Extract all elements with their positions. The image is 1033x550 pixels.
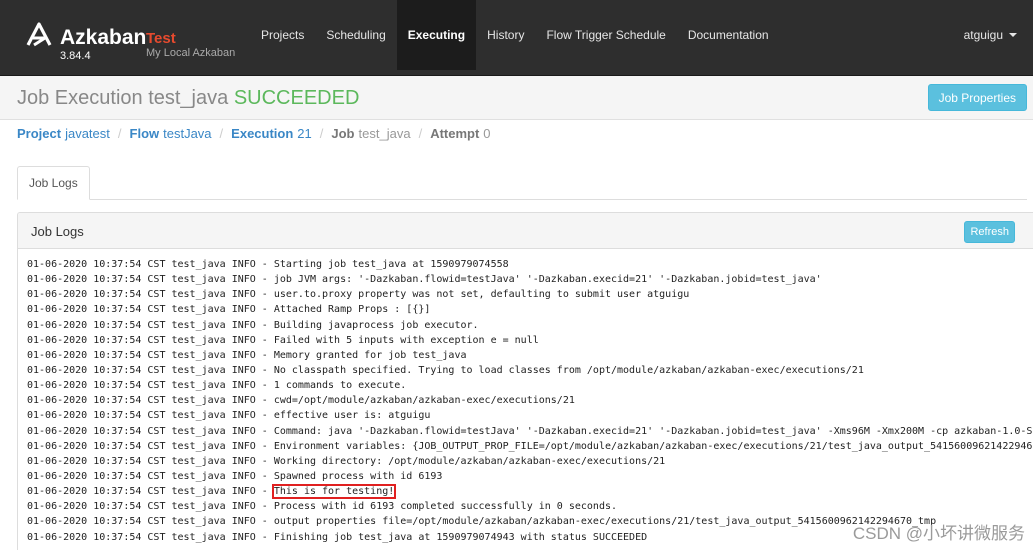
log-line: 01-06-2020 10:37:54 CST test_java INFO -… [27,425,1033,437]
log-line: 01-06-2020 10:37:54 CST test_java INFO -… [27,274,822,286]
top-navbar: Azkaban Test 3.84.4 My Local Azkaban Pro… [0,0,1033,76]
breadcrumb-execution-key: Execution [231,126,294,141]
page-title-text: Job Execution test_java [17,87,229,109]
log-line: 01-06-2020 10:37:54 CST test_java INFO -… [27,484,1033,500]
breadcrumb-attempt: Attempt 0 [430,126,490,141]
status-badge: SUCCEEDED [233,87,360,109]
refresh-button[interactable]: Refresh [964,221,1015,243]
caret-down-icon [1009,33,1017,37]
log-line: 01-06-2020 10:37:54 CST test_java INFO -… [27,364,864,376]
breadcrumb: Project javatest / Flow testJava / Execu… [17,126,491,141]
breadcrumb-separator: / [319,126,324,141]
log-line: 01-06-2020 10:37:54 CST test_java INFO -… [27,319,479,331]
nav-scheduling[interactable]: Scheduling [315,0,396,70]
job-logs-panel: Job Logs Refresh 01-06-2020 10:37:54 CST… [17,212,1033,550]
log-line: 01-06-2020 10:37:54 CST test_java INFO -… [27,289,690,301]
log-line: 01-06-2020 10:37:54 CST test_java INFO -… [27,455,666,467]
tab-job-logs[interactable]: Job Logs [17,166,90,200]
breadcrumb-job: Job test_java [331,126,410,141]
user-name: atguigu [963,28,1003,42]
nav-flow-trigger-schedule[interactable]: Flow Trigger Schedule [535,0,676,70]
log-output: 01-06-2020 10:37:54 CST test_java INFO -… [27,257,1033,545]
log-line: 01-06-2020 10:37:54 CST test_java INFO -… [27,380,407,392]
page-header: Job Execution test_java SUCCEEDED Job Pr… [0,76,1033,120]
brand-version: 3.84.4 [60,50,91,62]
main-nav: Projects Scheduling Executing History Fl… [250,0,780,70]
breadcrumb-project-key: Project [17,126,62,141]
breadcrumb-execution[interactable]: Execution 21 [231,126,312,141]
job-properties-button[interactable]: Job Properties [927,84,1027,111]
brand-subtitle: My Local Azkaban [146,47,236,59]
nav-documentation[interactable]: Documentation [677,0,780,70]
breadcrumb-job-value: test_java [358,126,411,141]
watermark: CSDN @小坏讲微服务 [852,524,1025,543]
log-line: 01-06-2020 10:37:54 CST test_java INFO -… [27,440,1033,452]
breadcrumb-job-key: Job [331,126,355,141]
breadcrumb-flow[interactable]: Flow testJava [130,126,212,141]
page-title: Job Execution test_java SUCCEEDED [17,87,359,110]
log-line: 01-06-2020 10:37:54 CST test_java INFO -… [27,410,431,422]
nav-executing[interactable]: Executing [396,0,477,70]
brand-env: Test [146,30,176,47]
breadcrumb-execution-value: 21 [297,126,312,141]
nav-projects[interactable]: Projects [250,0,315,70]
panel-heading: Job Logs Refresh [18,213,1033,249]
breadcrumb-project-value: javatest [65,126,110,141]
log-line: 01-06-2020 10:37:54 CST test_java INFO -… [27,334,539,346]
nav-history[interactable]: History [476,0,535,70]
breadcrumb-attempt-value: 0 [483,126,491,141]
tab-bar: Job Logs [17,166,1027,200]
brand-name: Azkaban [60,26,147,49]
log-line: 01-06-2020 10:37:54 CST test_java INFO -… [27,259,509,270]
breadcrumb-project[interactable]: Project javatest [17,126,110,141]
panel-title: Job Logs [31,224,84,239]
breadcrumb-separator: / [418,126,423,141]
azkaban-logo-icon [26,22,52,47]
log-line: 01-06-2020 10:37:54 CST test_java INFO -… [27,349,467,361]
log-line: 01-06-2020 10:37:54 CST test_java INFO -… [27,470,443,482]
highlighted-log-text: This is for testing! [271,484,397,500]
breadcrumb-separator: / [219,126,224,141]
user-menu[interactable]: atguigu [964,0,1017,70]
log-line-prefix: 01-06-2020 10:37:54 CST test_java INFO - [27,486,274,498]
breadcrumb-flow-value: testJava [163,126,212,141]
breadcrumb-attempt-key: Attempt [430,126,480,141]
log-line: 01-06-2020 10:37:54 CST test_java INFO -… [27,395,575,407]
log-line: 01-06-2020 10:37:54 CST test_java INFO -… [27,304,431,316]
breadcrumb-separator: / [117,126,122,141]
log-line: 01-06-2020 10:37:54 CST test_java INFO -… [27,501,618,513]
breadcrumb-flow-key: Flow [129,126,160,141]
